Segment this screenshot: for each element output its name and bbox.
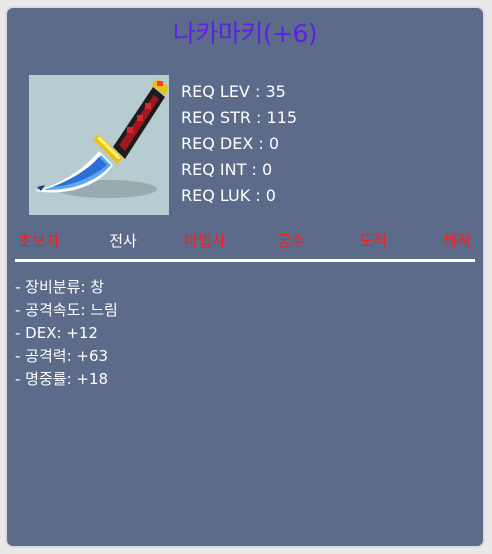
req-level: REQ LEV : 35 [181, 82, 286, 101]
job-thief: 도적 [359, 232, 387, 250]
req-str: REQ STR : 115 [181, 108, 298, 127]
divider [15, 259, 475, 262]
stat-attack-speed: - 공격속도: 느림 [15, 301, 118, 319]
job-magician: 마법사 [184, 232, 226, 250]
item-name: 나카마키(+6) [172, 19, 318, 48]
stat-accuracy: - 명중률: +18 [15, 370, 109, 388]
nakamaki-spear-icon [29, 75, 169, 215]
job-pirate: 해적 [443, 232, 471, 250]
job-beginner: 초보자 [18, 232, 60, 250]
req-luk: REQ LUK : 0 [181, 186, 276, 205]
requirements-list: REQ LEV : 35 REQ STR : 115 REQ DEX : 0 R… [181, 79, 297, 209]
job-warrior: 전사 [109, 232, 137, 250]
req-int: REQ INT : 0 [181, 160, 273, 179]
stat-attack: - 공격력: +63 [15, 347, 109, 365]
job-archer: 궁수 [277, 232, 305, 250]
req-dex: REQ DEX : 0 [181, 134, 280, 153]
stats-list: - 장비분류: 창 - 공격속도: 느림 - DEX: +12 - 공격력: +… [15, 276, 118, 391]
stat-dex: - DEX: +12 [15, 324, 98, 342]
stat-equip-type: - 장비분류: 창 [15, 278, 105, 296]
item-tooltip: 나카마키(+6) REQ LEV : 35 REQ STR : 115 REQ … [5, 6, 485, 548]
